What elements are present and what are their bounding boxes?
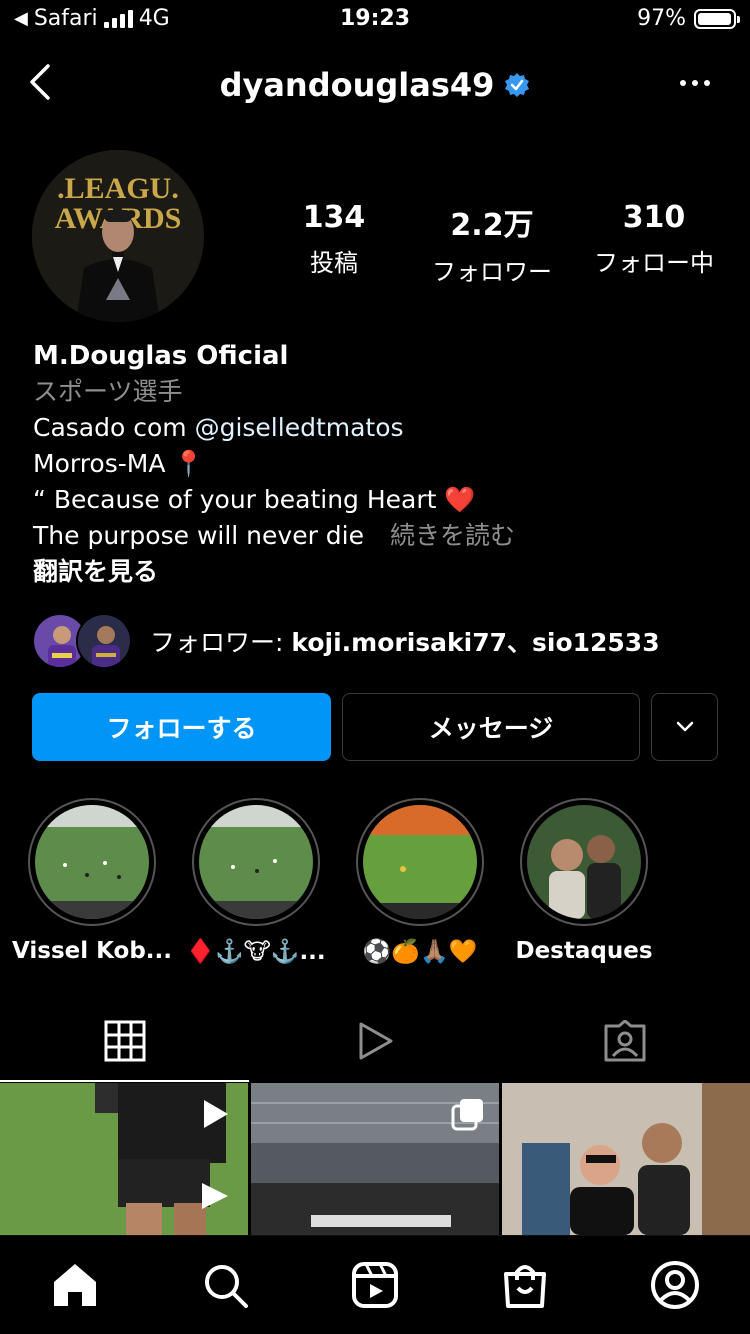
bio-line-1-text: Casado com bbox=[33, 413, 195, 442]
followed-by-users[interactable]: koji.morisaki77、sio12533 bbox=[291, 628, 659, 657]
battery-percent: 97% bbox=[637, 6, 686, 31]
read-more-link[interactable]: 続きを読む bbox=[390, 521, 515, 550]
followers-count: 2.2万 bbox=[450, 208, 534, 243]
verified-icon bbox=[505, 73, 530, 97]
tab-reels[interactable] bbox=[250, 1000, 500, 1082]
highlight-item[interactable]: ⚽️🍊🙏🏽🧡 bbox=[338, 798, 502, 965]
followed-by-text: フォロワー: koji.morisaki77、sio12533 bbox=[150, 623, 660, 659]
profile-header: dyandouglas49 bbox=[0, 52, 750, 116]
bio-line-1: Casado com @giselledtmatos bbox=[33, 410, 723, 446]
posts-count: 134 bbox=[302, 200, 366, 235]
content-tabs bbox=[0, 1000, 750, 1082]
category-label: スポーツ選手 bbox=[33, 377, 183, 406]
post-thumbnail[interactable] bbox=[0, 1083, 248, 1235]
highlight-item[interactable]: Vissel Kob... bbox=[10, 798, 174, 964]
home-icon[interactable] bbox=[50, 1260, 100, 1310]
battery-icon bbox=[694, 8, 740, 29]
chevron-down-icon bbox=[676, 721, 693, 732]
highlight-item[interactable]: ♦️⚓️🐮⚓️... bbox=[174, 798, 338, 965]
followed-by-prefix: フォロワー: bbox=[150, 628, 292, 657]
highlight-thumbnail bbox=[363, 805, 477, 919]
stat-posts[interactable]: 134 投稿 bbox=[260, 200, 408, 278]
posts-label: 投稿 bbox=[310, 249, 358, 277]
story-highlights: Vissel Kob... ♦️⚓️🐮⚓️... ⚽️🍊🙏🏽🧡 Destaque… bbox=[0, 798, 750, 973]
stat-followers[interactable]: 2.2万 フォロワー bbox=[418, 200, 566, 287]
profile-icon[interactable] bbox=[650, 1260, 700, 1310]
tagged-icon bbox=[604, 1020, 646, 1062]
posts-grid bbox=[0, 1083, 750, 1235]
action-buttons: フォローする メッセージ bbox=[32, 693, 718, 761]
highlight-thumbnail bbox=[527, 805, 641, 919]
translate-link[interactable]: 翻訳を見る bbox=[33, 554, 723, 590]
more-icon[interactable] bbox=[680, 80, 710, 86]
stat-following[interactable]: 310 フォロー中 bbox=[580, 200, 728, 278]
display-name: M.Douglas Oficial bbox=[33, 341, 289, 371]
search-icon[interactable] bbox=[200, 1260, 250, 1310]
highlight-ring bbox=[356, 798, 484, 926]
bio-line-3: “ Because of your beating Heart ❤️ bbox=[33, 485, 476, 514]
mention-link[interactable]: @giselledtmatos bbox=[195, 413, 404, 442]
highlight-label: ♦️⚓️🐮⚓️... bbox=[186, 939, 326, 965]
svg-text:.LEAGU.: .LEAGU. bbox=[57, 172, 179, 205]
following-count: 310 bbox=[622, 200, 686, 235]
highlight-item[interactable]: Destaques bbox=[502, 798, 666, 964]
profile-bio: M.Douglas Oficial スポーツ選手 Casado com @gis… bbox=[33, 338, 723, 590]
avatar[interactable]: .LEAGU. AWARDS bbox=[32, 150, 204, 322]
suggestions-button[interactable] bbox=[651, 693, 718, 761]
highlight-ring bbox=[28, 798, 156, 926]
carousel-icon bbox=[451, 1099, 483, 1131]
grid-icon bbox=[104, 1020, 146, 1062]
bio-line-2: Morros-MA 📍 bbox=[33, 449, 205, 478]
highlight-ring bbox=[192, 798, 320, 926]
highlight-label: Vissel Kob... bbox=[11, 938, 173, 964]
tab-posts-grid[interactable] bbox=[0, 1000, 250, 1082]
highlight-label: Destaques bbox=[515, 938, 653, 964]
follow-button[interactable]: フォローする bbox=[32, 693, 331, 761]
highlight-thumbnail bbox=[35, 805, 149, 919]
bio-line-4-row: The purpose will never die 続きを読む bbox=[33, 518, 723, 554]
reels-nav-icon[interactable] bbox=[350, 1260, 400, 1310]
username-text: dyandouglas49 bbox=[219, 66, 495, 104]
post-thumbnail[interactable] bbox=[502, 1083, 750, 1235]
followed-by[interactable]: フォロワー: koji.morisaki77、sio12533 bbox=[32, 612, 660, 670]
reel-indicator-icon bbox=[204, 1100, 228, 1128]
bottom-nav bbox=[0, 1235, 750, 1334]
highlight-label: ⚽️🍊🙏🏽🧡 bbox=[362, 939, 478, 965]
reels-icon bbox=[359, 1022, 393, 1060]
shop-icon[interactable] bbox=[500, 1260, 550, 1310]
bio-line-4: The purpose will never die bbox=[33, 521, 365, 550]
followers-label: フォロワー bbox=[432, 258, 552, 286]
highlight-thumbnail bbox=[199, 805, 313, 919]
battery-fill bbox=[698, 12, 731, 25]
following-label: フォロー中 bbox=[594, 249, 714, 277]
message-button[interactable]: メッセージ bbox=[342, 693, 640, 761]
header-username: dyandouglas49 bbox=[0, 66, 750, 104]
highlight-ring bbox=[520, 798, 648, 926]
status-bar: ◀ Safari 4G 19:23 97% bbox=[0, 0, 750, 42]
follower-avatar-2 bbox=[76, 613, 132, 669]
tab-tagged[interactable] bbox=[500, 1000, 750, 1082]
status-right: 97% bbox=[637, 6, 740, 31]
post-thumbnail[interactable] bbox=[251, 1083, 499, 1235]
